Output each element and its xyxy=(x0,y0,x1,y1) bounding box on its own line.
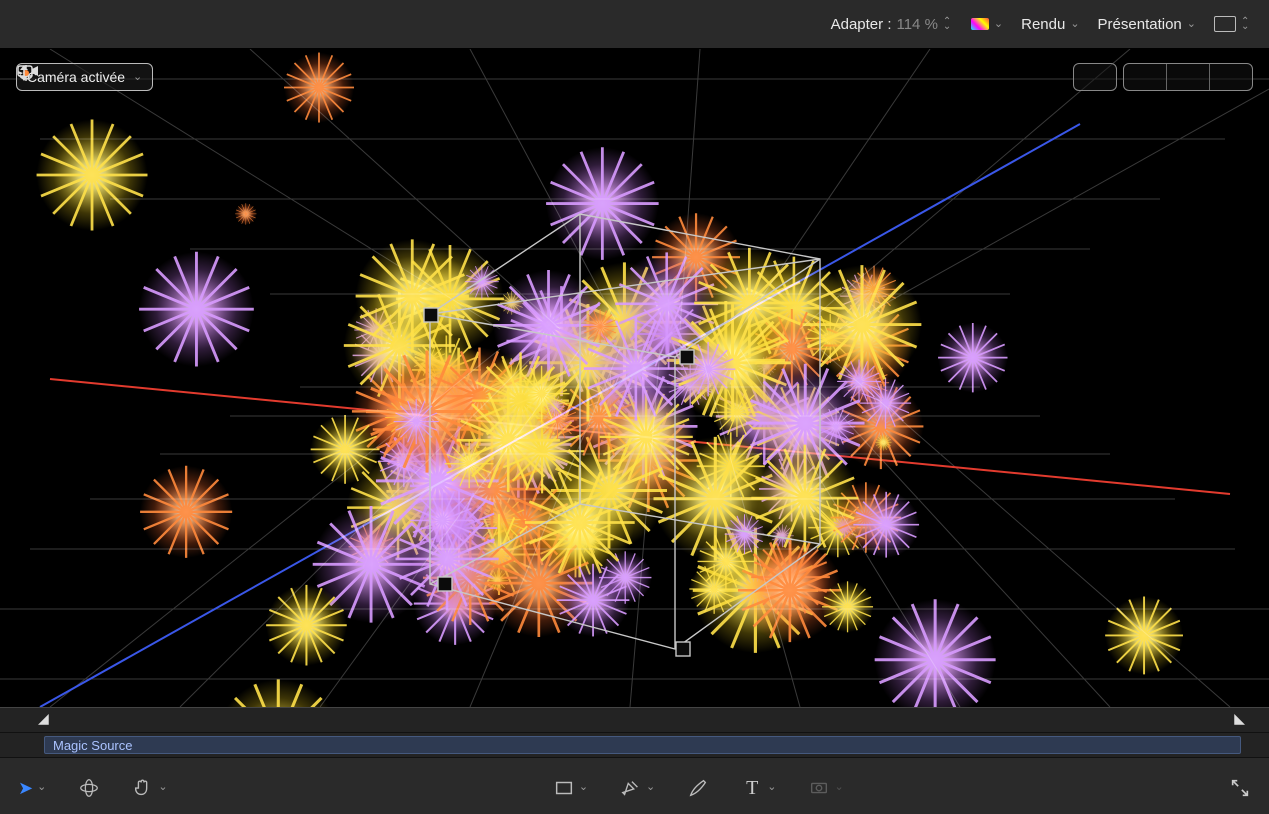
select-tool[interactable]: ➤ xyxy=(18,778,46,799)
color-channel-control[interactable] xyxy=(971,16,1003,33)
fullscreen-button[interactable] xyxy=(1229,777,1251,799)
chevron-down-icon xyxy=(767,782,776,795)
render-label: Rendu xyxy=(1021,16,1065,33)
clip-name: Magic Source xyxy=(53,738,132,753)
chevron-down-icon xyxy=(646,782,655,795)
pen-tool-icon xyxy=(620,777,642,799)
color-swatch-icon xyxy=(971,18,989,30)
rectangle-tool[interactable] xyxy=(553,777,588,799)
chevron-down-icon xyxy=(37,782,46,795)
canvas-svg xyxy=(0,49,1269,707)
hand-tool-icon xyxy=(132,777,154,799)
out-marker-icon[interactable]: ◣ xyxy=(1234,710,1245,727)
mask-tool[interactable] xyxy=(808,777,843,799)
chevron-down-icon xyxy=(133,69,142,85)
chevron-down-icon xyxy=(834,782,843,795)
view-label: Présentation xyxy=(1098,16,1182,33)
render-menu[interactable]: Rendu xyxy=(1021,16,1079,33)
aspect-box-icon xyxy=(1214,16,1236,32)
in-marker-icon[interactable]: ◢ xyxy=(38,710,49,727)
fit-label: Adapter : xyxy=(831,16,892,33)
arrow-tool-icon: ➤ xyxy=(18,778,33,799)
hand-tool[interactable] xyxy=(132,777,167,799)
chevron-down-icon xyxy=(158,782,167,795)
chevron-down-icon xyxy=(579,782,588,795)
mini-timeline[interactable]: Magic Source xyxy=(0,733,1269,758)
chevron-down-icon xyxy=(1187,16,1196,33)
stepper-icon xyxy=(1241,19,1251,29)
chevron-down-icon xyxy=(994,16,1003,33)
timeline-clip[interactable]: Magic Source xyxy=(44,736,1241,754)
view-menu[interactable]: Présentation xyxy=(1098,16,1196,33)
aspect-ratio-control[interactable] xyxy=(1214,16,1251,32)
fullscreen-icon xyxy=(1229,777,1251,799)
brush-tool-icon xyxy=(687,777,709,799)
fit-zoom-control[interactable]: Adapter : 114 % xyxy=(831,16,953,33)
orbit-view-button[interactable] xyxy=(1167,64,1210,90)
stepper-icon xyxy=(943,19,953,29)
rectangle-tool-icon xyxy=(553,777,575,799)
top-toolbar: Adapter : 114 % Rendu Présentation xyxy=(0,0,1269,49)
timeline-ruler[interactable]: ◢ ◣ xyxy=(0,707,1269,733)
camera-frame-button[interactable] xyxy=(1074,64,1116,90)
fit-value: 114 % xyxy=(896,16,937,33)
mask-tool-icon xyxy=(808,777,830,799)
pen-tool[interactable] xyxy=(620,777,655,799)
dolly-view-button[interactable] xyxy=(1210,64,1252,90)
text-tool-icon: T xyxy=(741,777,763,799)
brush-tool[interactable] xyxy=(687,777,709,799)
pan-view-button[interactable] xyxy=(1124,64,1167,90)
chevron-down-icon xyxy=(1070,16,1079,33)
transform-3d-icon xyxy=(78,777,100,799)
view-tools xyxy=(1073,63,1253,91)
canvas-viewport[interactable]: Caméra activée xyxy=(0,49,1269,707)
text-tool[interactable]: T xyxy=(741,777,776,799)
transform-3d-tool[interactable] xyxy=(78,777,100,799)
bottom-toolbar: ➤ T xyxy=(0,758,1269,814)
camera-label: Caméra activée xyxy=(27,69,125,85)
